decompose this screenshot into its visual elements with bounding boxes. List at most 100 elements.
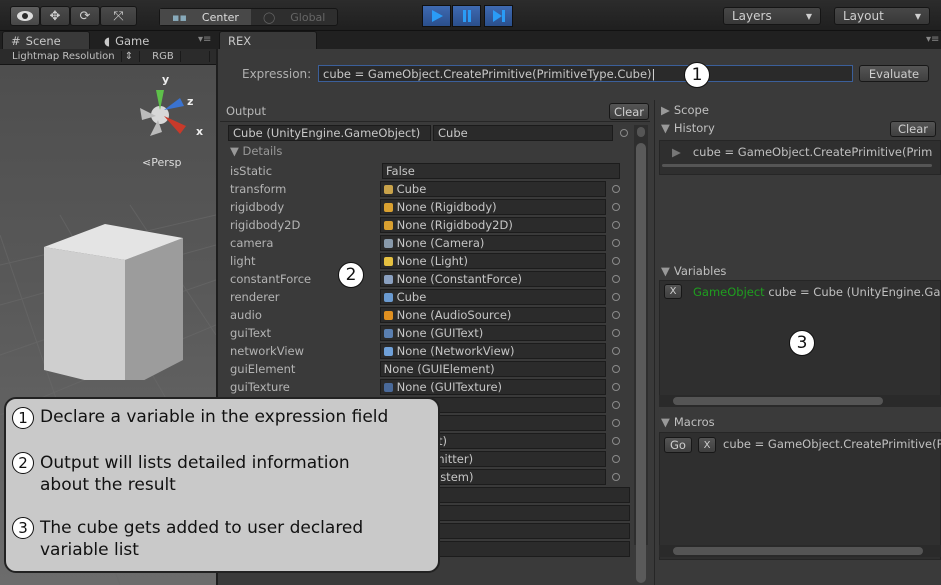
- variables-hscrollbar[interactable]: [659, 395, 941, 407]
- scope-foldout[interactable]: ▶ Scope: [661, 102, 709, 118]
- play-button[interactable]: [422, 5, 451, 27]
- object-picker-icon[interactable]: [612, 293, 620, 301]
- scroll-up-icon[interactable]: [637, 127, 645, 137]
- object-picker-icon[interactable]: [612, 239, 620, 247]
- pivot-icon: ▪▪: [172, 10, 187, 24]
- tab-game[interactable]: ◖ Game: [96, 31, 157, 50]
- output-label: Output: [226, 104, 266, 118]
- history-item[interactable]: ▶ cube = GameObject.CreatePrimitive(Prim: [672, 145, 932, 159]
- rigidbody-icon: [383, 220, 393, 230]
- property-value-field[interactable]: None (Light): [379, 253, 607, 269]
- step-button[interactable]: [484, 5, 513, 27]
- object-picker-icon[interactable]: [612, 185, 620, 193]
- property-name: isStatic: [230, 164, 273, 178]
- object-picker-icon[interactable]: [620, 129, 628, 137]
- object-picker-icon[interactable]: [612, 257, 620, 265]
- property-name: transform: [230, 182, 287, 196]
- cube-object[interactable]: [35, 220, 185, 380]
- rex-menu-icon[interactable]: ▾≡: [926, 34, 939, 45]
- object-picker-icon[interactable]: [612, 437, 620, 445]
- property-row-rigidbody2D: rigidbody2D None (Rigidbody2D): [230, 216, 620, 234]
- rotate-icon[interactable]: ⟳: [70, 6, 100, 26]
- pivot-center-button[interactable]: ▪▪ Center: [160, 9, 251, 25]
- property-name: rigidbody: [230, 200, 285, 214]
- tab-scene[interactable]: # Scene: [2, 31, 90, 50]
- result-name-field: Cube: [433, 125, 613, 141]
- property-value-field[interactable]: None (Camera): [379, 235, 607, 251]
- object-picker-icon[interactable]: [612, 221, 620, 229]
- renderer-icon: [383, 292, 393, 302]
- history-clear-button[interactable]: Clear: [890, 121, 936, 137]
- variables-scroll-thumb[interactable]: [673, 397, 883, 405]
- annotation-item-2: 2 Output will lists detailed information…: [12, 452, 422, 496]
- object-picker-icon[interactable]: [612, 329, 620, 337]
- pivot-global-button[interactable]: ◯ Global: [251, 9, 337, 25]
- property-value-field[interactable]: Cube: [379, 289, 607, 305]
- variable-item[interactable]: GameObject cube = Cube (UnityEngine.Ga: [693, 285, 940, 299]
- layers-dropdown[interactable]: Layers ▼: [723, 7, 821, 25]
- object-picker-icon[interactable]: [612, 473, 620, 481]
- property-name: camera: [230, 236, 274, 250]
- evaluate-button[interactable]: Evaluate: [859, 65, 929, 82]
- property-row-audio: audio None (AudioSource): [230, 306, 620, 324]
- history-scrollbar[interactable]: [662, 164, 932, 167]
- property-value-field[interactable]: None (Rigidbody): [379, 199, 607, 215]
- scale-icon[interactable]: ⤧: [100, 6, 137, 26]
- property-value-field[interactable]: None (GUITexture): [379, 379, 607, 395]
- object-picker-icon[interactable]: [612, 401, 620, 409]
- guitext-icon: [383, 328, 393, 338]
- persp-label[interactable]: ⋖Persp: [142, 156, 181, 169]
- transform-icon: [383, 184, 393, 194]
- expression-input[interactable]: cube = GameObject.CreatePrimitive(Primit…: [318, 65, 853, 82]
- property-value-field[interactable]: Cube: [379, 181, 607, 197]
- axis-y-label: y: [162, 73, 170, 86]
- annotation-item-3: 3 The cube gets added to user declared v…: [12, 517, 422, 561]
- network-icon: [383, 346, 393, 356]
- layout-dropdown[interactable]: Layout ▼: [834, 7, 930, 25]
- macro-item[interactable]: cube = GameObject.CreatePrimitive(P: [723, 437, 941, 451]
- expression-label: Expression:: [242, 67, 312, 81]
- eye-icon[interactable]: [10, 6, 40, 26]
- object-picker-icon[interactable]: [612, 383, 620, 391]
- rigidbody-icon: [383, 202, 393, 212]
- macro-go-button[interactable]: Go: [664, 437, 692, 453]
- object-picker-icon[interactable]: [612, 203, 620, 211]
- pause-icon: [462, 10, 471, 22]
- scene-menu-icon[interactable]: ▾≡: [198, 34, 211, 45]
- object-picker-icon[interactable]: [612, 275, 620, 283]
- property-value-field[interactable]: None (GUIText): [379, 325, 607, 341]
- property-row-camera: camera None (Camera): [230, 234, 620, 252]
- move-icon[interactable]: ✥: [40, 6, 70, 26]
- variables-foldout[interactable]: ▼ Variables: [661, 263, 726, 279]
- macros-hscrollbar[interactable]: [659, 545, 941, 557]
- details-foldout[interactable]: ▼ Details: [230, 144, 282, 158]
- object-picker-icon[interactable]: [612, 455, 620, 463]
- property-row-light: light None (Light): [230, 252, 620, 270]
- macro-remove-button[interactable]: X: [698, 437, 716, 453]
- pause-button[interactable]: [452, 5, 481, 27]
- object-picker-icon[interactable]: [612, 347, 620, 355]
- output-clear-button[interactable]: Clear: [609, 103, 649, 120]
- object-picker-icon[interactable]: [612, 419, 620, 427]
- property-value-field[interactable]: None (Rigidbody2D): [379, 217, 607, 233]
- object-picker-icon[interactable]: [612, 365, 620, 373]
- lightmap-dropdown[interactable]: Lightmap Resolution ⇕: [0, 51, 141, 62]
- annotation-item-1: 1 Declare a variable in the expression f…: [12, 407, 388, 429]
- property-value-field[interactable]: None (AudioSource): [379, 307, 607, 323]
- object-picker-icon[interactable]: [612, 311, 620, 319]
- tab-rex[interactable]: REX: [219, 31, 317, 50]
- rgb-dropdown[interactable]: RGB: [140, 51, 211, 62]
- variable-remove-button[interactable]: X: [664, 284, 682, 299]
- output-scroll-thumb[interactable]: [636, 143, 646, 583]
- macros-scroll-thumb[interactable]: [673, 547, 923, 555]
- property-value-field[interactable]: False: [382, 163, 620, 179]
- macros-foldout[interactable]: ▼ Macros: [661, 414, 715, 430]
- axis-x-label: x: [196, 125, 204, 138]
- property-row-renderer: renderer Cube: [230, 288, 620, 306]
- property-value-field[interactable]: None (NetworkView): [379, 343, 607, 359]
- property-value-field[interactable]: None (GUIElement): [379, 361, 607, 377]
- history-foldout[interactable]: ▼ History: [661, 120, 715, 136]
- main-toolbar: ✥ ⟳ ⤧ ▪▪ Center ◯ Global Layers ▼ Layout ▼: [0, 0, 941, 31]
- property-value-field[interactable]: None (ConstantForce): [379, 271, 607, 287]
- output-scrollbar[interactable]: [634, 125, 648, 583]
